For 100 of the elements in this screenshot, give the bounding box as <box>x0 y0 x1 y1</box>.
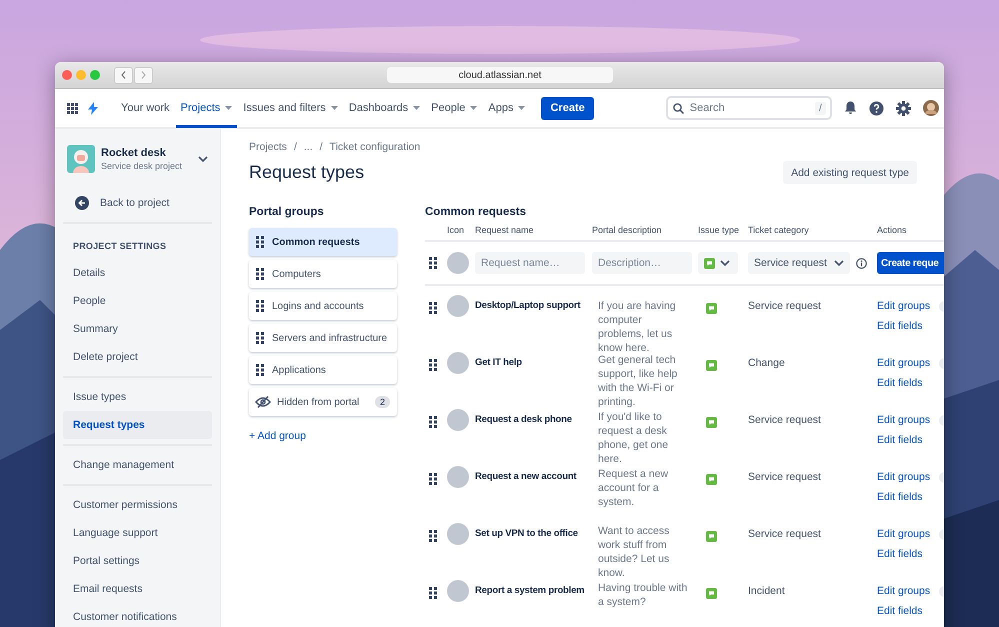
nav-item[interactable]: Apps <box>483 88 530 128</box>
add-request-type-button[interactable]: Add existing request type <box>783 161 917 184</box>
portal-group[interactable]: Applications <box>249 356 397 384</box>
info-icon[interactable] <box>856 258 867 268</box>
request-description: If you are having computer problems, let us know here. <box>597 299 677 355</box>
request-icon <box>447 352 469 374</box>
column-header: Actions <box>877 225 908 237</box>
nav-item[interactable]: People <box>426 88 482 128</box>
group-label: Logins and accounts <box>272 300 364 312</box>
avatar-icon[interactable] <box>922 100 939 116</box>
sidebar-item[interactable]: Customer notifications <box>63 603 212 627</box>
back-button[interactable] <box>114 66 133 84</box>
drag-handle-icon[interactable] <box>256 364 264 376</box>
sidebar-item[interactable]: Details <box>63 259 212 287</box>
drag-handle-icon[interactable] <box>429 416 437 428</box>
drag-handle-icon[interactable] <box>256 332 264 344</box>
portal-group[interactable]: Servers and infrastructure <box>249 324 397 352</box>
drag-handle-icon[interactable] <box>429 530 437 542</box>
section-title: Portal groups <box>249 206 325 218</box>
app-grid-icon[interactable] <box>67 102 78 114</box>
sidebar-item[interactable]: Issue types <box>63 383 212 411</box>
issue-type-select[interactable] <box>698 252 738 274</box>
breadcrumb-link[interactable]: ... <box>304 141 313 153</box>
action-link[interactable]: Edit fields <box>877 320 944 332</box>
action-link[interactable]: Edit fields <box>877 377 944 389</box>
request-name[interactable]: Request a new account <box>475 471 592 482</box>
action-link[interactable]: Edit groups <box>877 471 944 483</box>
sidebar-item[interactable]: Request types <box>63 411 212 439</box>
request-description: If you'd like to request a desk phone, get one here. <box>597 410 670 466</box>
request-name[interactable]: Set up VPN to the office <box>475 528 592 539</box>
shortcut-key: / <box>814 102 826 115</box>
sidebar-item[interactable]: Change management <box>63 451 212 479</box>
column-header: Ticket category <box>748 225 810 237</box>
sidebar-item[interactable]: Portal settings <box>63 547 212 575</box>
chat-icon <box>706 360 717 371</box>
lightning-logo-icon[interactable] <box>88 102 98 114</box>
drag-handle-icon[interactable] <box>429 473 437 485</box>
help-icon[interactable] <box>868 100 884 116</box>
create-request-button[interactable]: Create reque <box>877 252 944 274</box>
nav-item[interactable]: Your work <box>116 88 175 128</box>
column-header: Request name <box>475 225 535 237</box>
request-icon <box>447 523 469 545</box>
drag-handle-icon[interactable] <box>429 302 437 314</box>
project-avatar-icon <box>67 145 95 173</box>
action-link[interactable]: Edit groups <box>877 300 944 312</box>
portal-group[interactable]: Computers <box>249 260 397 288</box>
portal-group[interactable]: Common requests <box>249 228 397 256</box>
breadcrumb-separator: / <box>320 141 323 153</box>
request-description: Want to access work stuff from outside? Let us know. <box>597 524 670 580</box>
address-bar[interactable]: cloud.atlassian.net <box>387 67 613 83</box>
sidebar-item[interactable]: Delete project <box>63 343 212 371</box>
request-name-field[interactable]: Request name… <box>475 252 585 274</box>
breadcrumb-link[interactable]: Ticket configuration <box>330 141 420 153</box>
action-link[interactable]: Edit fields <box>877 548 944 560</box>
portal-group[interactable]: Hidden from portal 2 <box>249 388 397 416</box>
chevron-down-icon <box>198 156 208 162</box>
request-name[interactable]: Desktop/Laptop support <box>475 300 592 311</box>
request-name[interactable]: Report a system problem <box>475 585 592 596</box>
action-link[interactable]: Edit groups <box>877 585 944 597</box>
column-header: Portal description <box>592 225 663 237</box>
action-link[interactable]: Edit groups <box>877 357 944 369</box>
sidebar-item[interactable]: Summary <box>63 315 212 343</box>
notification-icon[interactable] <box>844 101 857 115</box>
chevron-down-icon <box>720 260 730 266</box>
drag-handle-icon[interactable] <box>256 236 264 248</box>
group-label: Computers <box>272 268 321 280</box>
drag-handle-icon[interactable] <box>256 300 264 312</box>
ticket-category: Service request <box>748 471 822 483</box>
section-title: Common requests <box>425 206 527 218</box>
action-link[interactable]: Edit groups <box>877 528 944 540</box>
description-field[interactable]: Description… <box>592 252 692 274</box>
request-icon <box>447 466 469 488</box>
drag-handle-icon[interactable] <box>256 268 264 280</box>
portal-group[interactable]: Logins and accounts <box>249 292 397 320</box>
breadcrumb-link[interactable]: Projects <box>249 141 287 153</box>
chevron-down-icon <box>834 260 844 266</box>
sidebar-item[interactable]: People <box>63 287 212 315</box>
category-select[interactable]: Service request <box>748 252 850 274</box>
action-link[interactable]: Edit fields <box>877 434 944 446</box>
sidebar-item[interactable]: Email requests <box>63 575 212 603</box>
nav-item[interactable]: Dashboards <box>344 88 426 128</box>
action-link[interactable]: Edit fields <box>877 491 944 503</box>
settings-icon[interactable] <box>896 100 911 116</box>
sidebar-item[interactable]: Language support <box>63 519 212 547</box>
request-name[interactable]: Request a desk phone <box>475 414 592 425</box>
group-label: Applications <box>272 364 326 376</box>
action-link[interactable]: Edit groups <box>877 414 944 426</box>
drag-handle-icon[interactable] <box>429 587 437 599</box>
create-button[interactable]: Create <box>541 96 594 120</box>
back-link[interactable]: Back to project <box>63 189 212 217</box>
add-group-link[interactable]: + Add group <box>249 430 306 442</box>
nav-item[interactable]: Issues and filters <box>238 88 343 128</box>
request-name[interactable]: Get IT help <box>475 357 592 368</box>
chevron-right-icon <box>141 71 146 79</box>
drag-handle-icon[interactable] <box>429 257 437 269</box>
request-icon <box>447 295 469 317</box>
action-link[interactable]: Edit fields <box>877 605 944 617</box>
chat-icon <box>704 258 715 268</box>
sidebar-item[interactable]: Customer permissions <box>63 491 212 519</box>
drag-handle-icon[interactable] <box>429 359 437 371</box>
